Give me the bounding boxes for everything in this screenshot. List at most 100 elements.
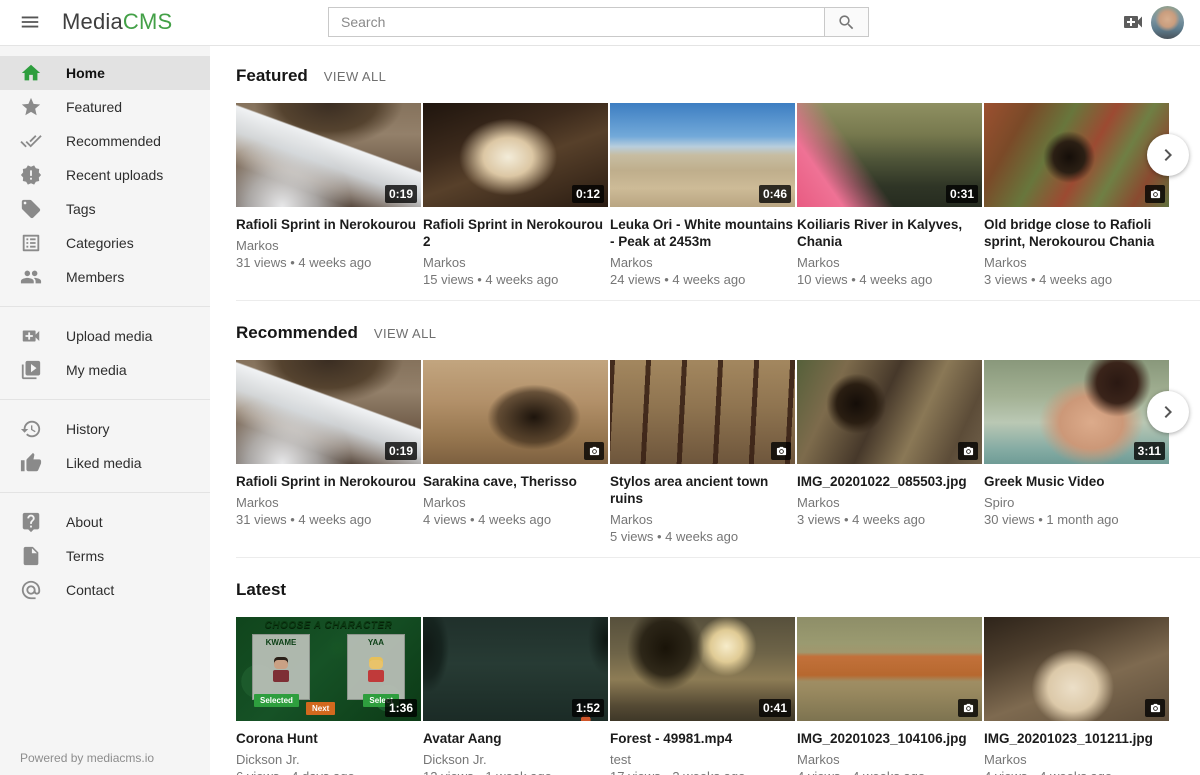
sidebar-item-liked-media[interactable]: Liked media	[0, 446, 210, 480]
media-author[interactable]: Markos	[797, 752, 982, 767]
media-card[interactable]: 0:46 Leuka Ori - White mountains - Peak …	[610, 103, 795, 287]
carousel-next-button[interactable]	[1147, 134, 1189, 176]
sidebar-item-my-media[interactable]: My media	[0, 353, 210, 387]
photo-thumbnail[interactable]	[984, 103, 1169, 207]
sidebar-item-upload-media[interactable]: Upload media	[0, 319, 210, 353]
media-card[interactable]: 0:19 Rafioli Sprint in Nerokourou Markos…	[236, 103, 421, 287]
sidebar-item-label: History	[66, 421, 110, 437]
media-card[interactable]: Old bridge close to Rafioli sprint, Nero…	[984, 103, 1169, 287]
sidebar-item-contact[interactable]: Contact	[0, 573, 210, 607]
media-author[interactable]: Markos	[610, 255, 795, 270]
media-title[interactable]: Greek Music Video	[984, 473, 1169, 490]
media-title[interactable]: IMG_20201023_104106.jpg	[797, 730, 982, 747]
video-thumbnail[interactable]: CHOOSE A CHARACTER KWAME YAA Selected Ne…	[236, 617, 421, 721]
media-meta: 31 views • 4 weeks ago	[236, 512, 421, 527]
video-thumbnail[interactable]: 0:12	[423, 103, 608, 207]
media-author[interactable]: Markos	[797, 255, 982, 270]
media-author[interactable]: Markos	[610, 512, 795, 527]
sidebar-item-history[interactable]: History	[0, 412, 210, 446]
sidebar-item-label: Terms	[66, 548, 104, 564]
media-meta: 3 views • 4 weeks ago	[797, 512, 982, 527]
menu-icon[interactable]	[16, 11, 44, 35]
view-all-link[interactable]: VIEW ALL	[324, 69, 386, 84]
media-author[interactable]: Markos	[236, 495, 421, 510]
media-card[interactable]: Sarakina cave, Therisso Markos 4 views •…	[423, 360, 608, 544]
video-thumbnail[interactable]: 1:52	[423, 617, 608, 721]
media-card[interactable]: 0:19 Rafioli Sprint in Nerokourou Markos…	[236, 360, 421, 544]
media-card[interactable]: 0:41 Forest - 49981.mp4 test 17 views • …	[610, 617, 795, 775]
camera-icon	[589, 446, 600, 457]
media-author[interactable]: test	[610, 752, 795, 767]
media-card[interactable]: CHOOSE A CHARACTER KWAME YAA Selected Ne…	[236, 617, 421, 775]
media-author[interactable]: Spiro	[984, 495, 1169, 510]
camera-icon	[1150, 189, 1161, 200]
sidebar-group-info: About Terms Contact	[0, 505, 210, 607]
video-thumbnail[interactable]: 0:41	[610, 617, 795, 721]
media-title[interactable]: Leuka Ori - White mountains - Peak at 24…	[610, 216, 795, 250]
media-card[interactable]: IMG_20201022_085503.jpg Markos 3 views •…	[797, 360, 982, 544]
photo-thumbnail[interactable]	[984, 617, 1169, 721]
sidebar-item-terms[interactable]: Terms	[0, 539, 210, 573]
video-thumbnail[interactable]: 0:31	[797, 103, 982, 207]
media-card[interactable]: 0:31 Koiliaris River in Kalyves, Chania …	[797, 103, 982, 287]
search-input[interactable]	[328, 7, 825, 37]
media-author[interactable]: Dickson Jr.	[236, 752, 421, 767]
media-title[interactable]: Old bridge close to Rafioli sprint, Nero…	[984, 216, 1169, 250]
duration-badge: 3:11	[1134, 442, 1165, 460]
media-card[interactable]: 1:52 Avatar Aang Dickson Jr. 12 views • …	[423, 617, 608, 775]
media-title[interactable]: Sarakina cave, Therisso	[423, 473, 608, 490]
media-title[interactable]: Rafioli Sprint in Nerokourou	[236, 216, 421, 233]
carousel-next-button[interactable]	[1147, 391, 1189, 433]
media-title[interactable]: Rafioli Sprint in Nerokourou	[236, 473, 421, 490]
sidebar-item-recent-uploads[interactable]: Recent uploads	[0, 158, 210, 192]
photo-thumbnail[interactable]	[610, 360, 795, 464]
media-author[interactable]: Markos	[423, 255, 608, 270]
top-bar: MediaCMS	[0, 0, 1200, 46]
media-card[interactable]: 0:12 Rafioli Sprint in Nerokourou 2 Mark…	[423, 103, 608, 287]
media-card[interactable]: IMG_20201023_101211.jpg Markos 4 views •…	[984, 617, 1169, 775]
media-title[interactable]: Forest - 49981.mp4	[610, 730, 795, 747]
sidebar-item-recommended[interactable]: Recommended	[0, 124, 210, 158]
sidebar-group-browse: Home Featured Recommended Recent uploads…	[0, 56, 210, 294]
video-thumbnail[interactable]: 0:19	[236, 103, 421, 207]
sidebar-item-members[interactable]: Members	[0, 260, 210, 294]
media-title[interactable]: Stylos area ancient town ruins	[610, 473, 795, 507]
photo-thumbnail[interactable]	[797, 360, 982, 464]
media-card[interactable]: 3:11 Greek Music Video Spiro 30 views • …	[984, 360, 1169, 544]
video-thumbnail[interactable]: 0:19	[236, 360, 421, 464]
media-meta: 31 views • 4 weeks ago	[236, 255, 421, 270]
video-thumbnail[interactable]: 0:46	[610, 103, 795, 207]
media-title[interactable]: Avatar Aang	[423, 730, 608, 747]
star-icon	[20, 96, 42, 118]
sidebar-item-label: Recent uploads	[66, 167, 163, 183]
media-title[interactable]: IMG_20201022_085503.jpg	[797, 473, 982, 490]
sidebar-item-about[interactable]: About	[0, 505, 210, 539]
video-thumbnail[interactable]: 3:11	[984, 360, 1169, 464]
user-avatar[interactable]	[1151, 6, 1184, 39]
media-title[interactable]: Rafioli Sprint in Nerokourou 2	[423, 216, 608, 250]
upload-media-icon[interactable]	[1120, 10, 1146, 36]
media-author[interactable]: Markos	[423, 495, 608, 510]
duration-badge: 0:19	[385, 442, 417, 460]
media-card[interactable]: Stylos area ancient town ruins Markos 5 …	[610, 360, 795, 544]
media-card[interactable]: IMG_20201023_104106.jpg Markos 4 views •…	[797, 617, 982, 775]
media-author[interactable]: Markos	[236, 238, 421, 253]
media-author[interactable]: Markos	[984, 752, 1169, 767]
media-author[interactable]: Markos	[984, 255, 1169, 270]
camera-icon	[963, 703, 974, 714]
media-title[interactable]: Corona Hunt	[236, 730, 421, 747]
photo-thumbnail[interactable]	[423, 360, 608, 464]
media-author[interactable]: Markos	[797, 495, 982, 510]
media-title[interactable]: Koiliaris River in Kalyves, Chania	[797, 216, 982, 250]
sidebar-item-featured[interactable]: Featured	[0, 90, 210, 124]
view-all-link[interactable]: VIEW ALL	[374, 326, 436, 341]
tag-icon	[20, 198, 42, 220]
media-title[interactable]: IMG_20201023_101211.jpg	[984, 730, 1169, 747]
sidebar-item-home[interactable]: Home	[0, 56, 210, 90]
sidebar-item-categories[interactable]: Categories	[0, 226, 210, 260]
sidebar-item-tags[interactable]: Tags	[0, 192, 210, 226]
app-logo[interactable]: MediaCMS	[62, 9, 172, 35]
media-author[interactable]: Dickson Jr.	[423, 752, 608, 767]
photo-thumbnail[interactable]	[797, 617, 982, 721]
search-button[interactable]	[824, 7, 869, 37]
